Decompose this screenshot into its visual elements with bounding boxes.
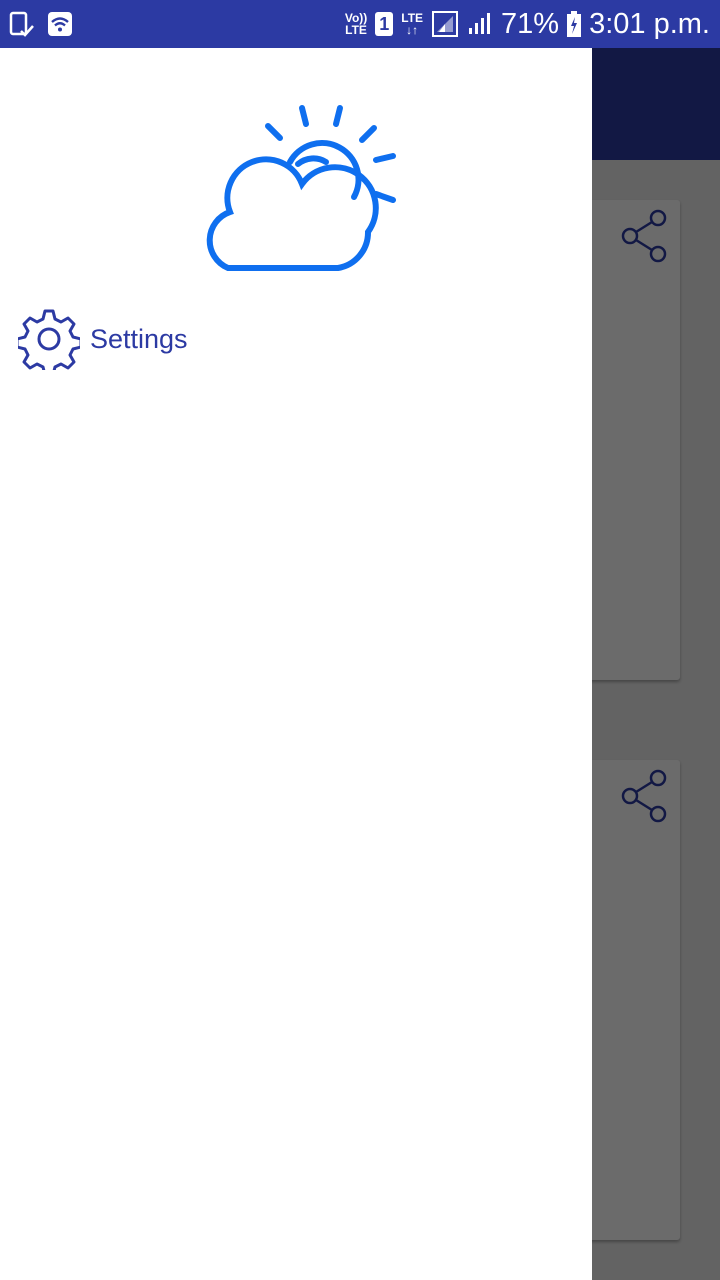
navigation-drawer: Settings [0, 48, 592, 1280]
status-bar: Vo)) LTE 1 LTE ↓↑ 71% 3:01 p.m. [0, 0, 720, 48]
screenshot-notification-icon [9, 11, 34, 37]
battery-charging-icon [567, 11, 582, 37]
volte-indicator: Vo)) LTE [344, 11, 368, 37]
wifi-icon [48, 12, 72, 36]
battery-percent: 71% [501, 7, 560, 40]
signal-sim2-icon [469, 13, 491, 34]
status-right-icons: Vo)) LTE 1 LTE ↓↑ 71% 3:01 p.m. [345, 0, 710, 48]
drawer-item-settings[interactable]: Settings [18, 306, 318, 372]
drawer-item-label: Settings [90, 323, 188, 354]
cloud-sun-icon [206, 105, 396, 271]
sim-indicator: 1 [375, 12, 394, 36]
lte-indicator: LTE ↓↑ [401, 11, 424, 37]
signal-sim1-icon [432, 11, 459, 37]
gear-icon [18, 309, 80, 370]
status-left-icons [8, 10, 74, 38]
clock: 3:01 p.m. [589, 7, 710, 40]
